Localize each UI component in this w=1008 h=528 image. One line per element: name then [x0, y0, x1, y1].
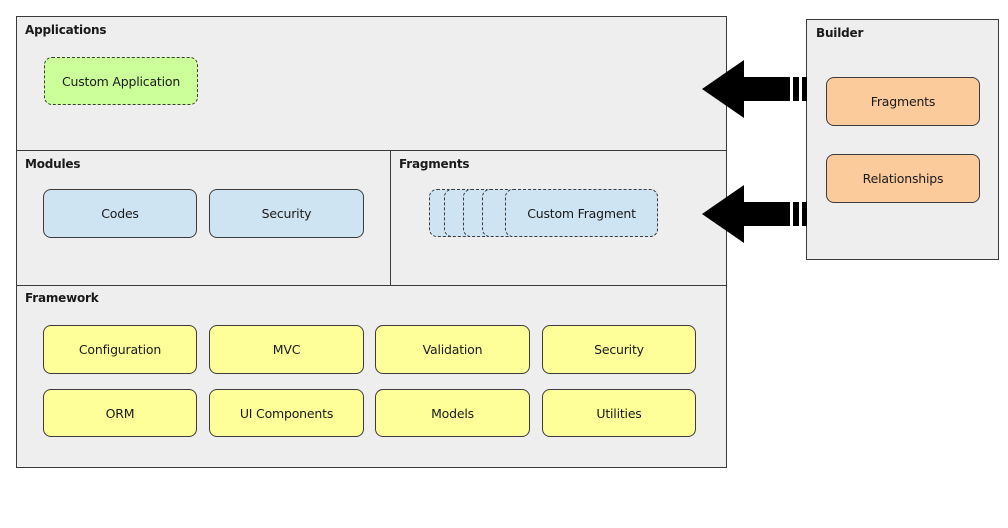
- fragments-section: Fragments Custom Fragment: [391, 150, 727, 285]
- builder-to-fragments-arrow: [702, 185, 807, 243]
- modules-title: Modules: [25, 157, 81, 171]
- framework-utilities-box[interactable]: Utilities: [542, 389, 696, 437]
- framework-section: Framework Configuration MVC Validation S…: [16, 285, 727, 468]
- builder-to-applications-arrow: [702, 60, 807, 118]
- fragments-title: Fragments: [399, 157, 470, 171]
- framework-mvc-box[interactable]: MVC: [209, 325, 364, 374]
- applications-section: Applications Custom Application: [16, 16, 727, 150]
- modules-section: Modules Codes Security: [16, 150, 390, 285]
- custom-fragment-box[interactable]: Custom Fragment: [505, 189, 658, 237]
- builder-fragments-box[interactable]: Fragments: [826, 77, 980, 126]
- framework-models-box[interactable]: Models: [375, 389, 530, 437]
- custom-application-box[interactable]: Custom Application: [44, 57, 198, 105]
- builder-relationships-box[interactable]: Relationships: [826, 154, 980, 203]
- module-codes-box[interactable]: Codes: [43, 189, 197, 238]
- module-security-box[interactable]: Security: [209, 189, 364, 238]
- applications-title: Applications: [25, 23, 107, 37]
- left-arrow-icon: [702, 60, 807, 118]
- framework-ui-components-box[interactable]: UI Components: [209, 389, 364, 437]
- left-arrow-icon: [702, 185, 807, 243]
- framework-security-box[interactable]: Security: [542, 325, 696, 374]
- builder-panel: Builder Fragments Relationships: [806, 19, 999, 260]
- framework-orm-box[interactable]: ORM: [43, 389, 197, 437]
- framework-configuration-box[interactable]: Configuration: [43, 325, 197, 374]
- builder-title: Builder: [816, 26, 864, 40]
- framework-validation-box[interactable]: Validation: [375, 325, 530, 374]
- framework-title: Framework: [25, 291, 99, 305]
